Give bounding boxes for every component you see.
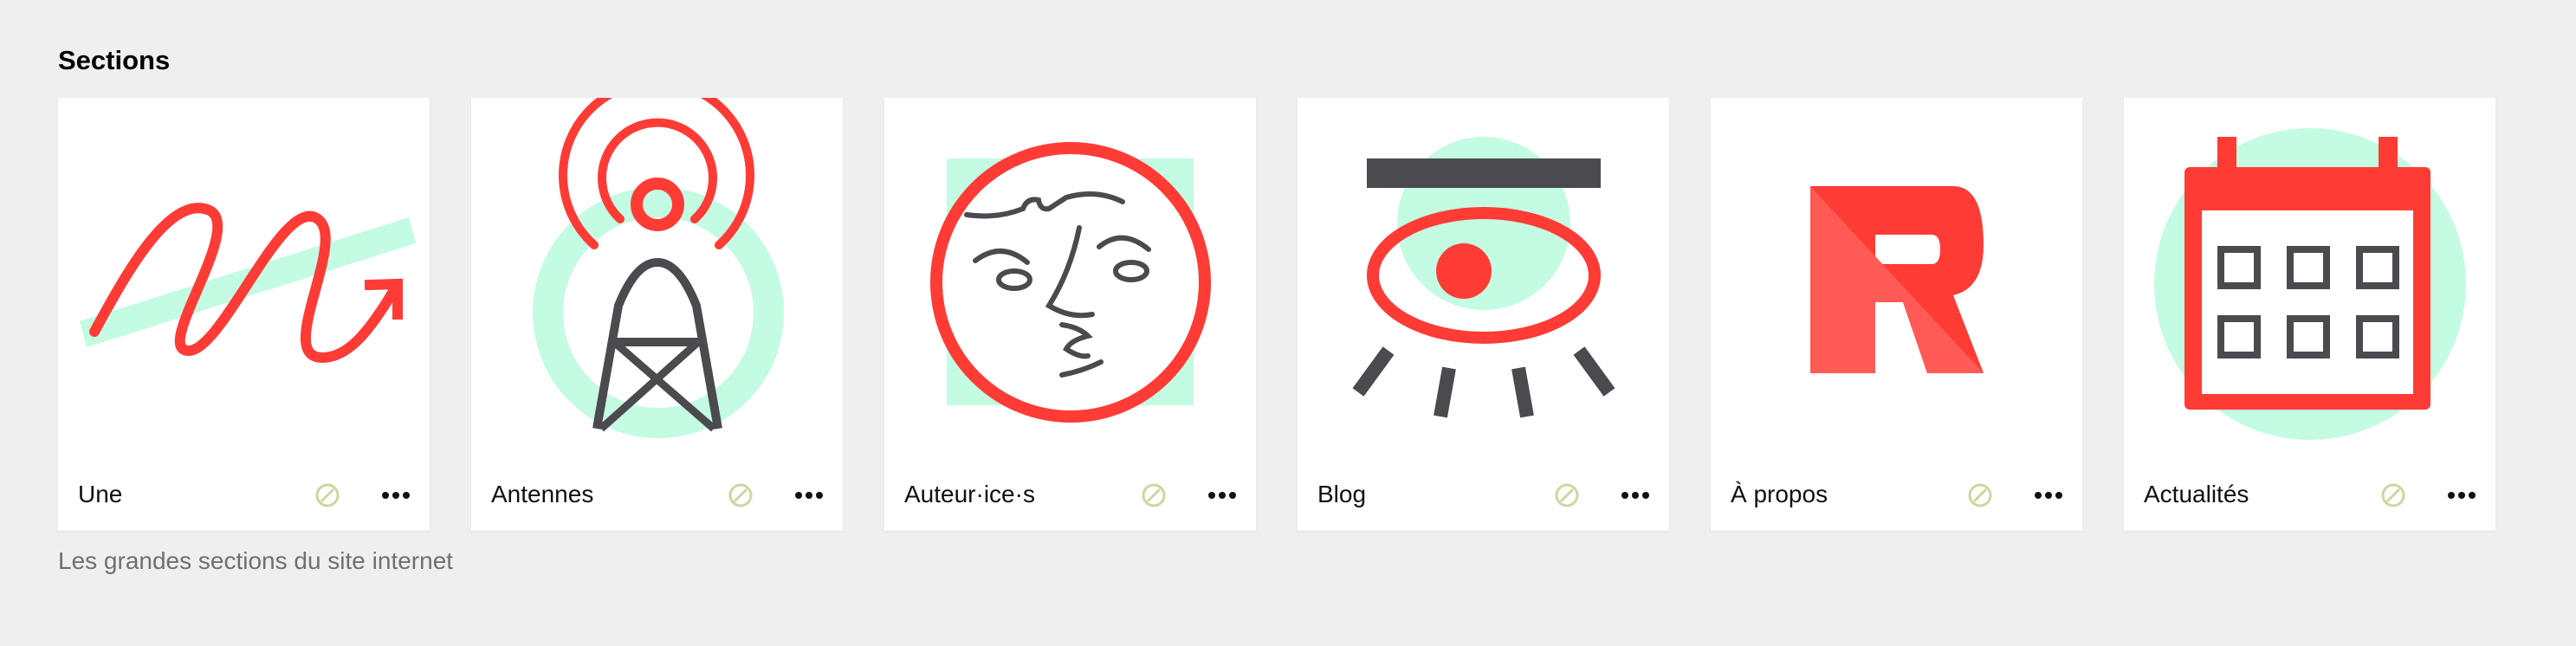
- card-label: Une: [78, 481, 123, 507]
- more-options-icon[interactable]: [792, 481, 826, 510]
- disabled-icon: [2381, 483, 2405, 507]
- card-auteurices[interactable]: Auteur·ice·s: [884, 98, 1256, 531]
- disabled-icon: [1142, 483, 1166, 507]
- card-blog[interactable]: Blog: [1298, 98, 1669, 531]
- card-footer: Actualités: [2124, 462, 2495, 531]
- card-une[interactable]: Une: [58, 98, 430, 531]
- more-options-icon[interactable]: [1618, 481, 1653, 510]
- more-options-icon[interactable]: [1205, 481, 1239, 510]
- card-footer: Antennes: [471, 462, 843, 531]
- card-label: Auteur·ice·s: [904, 481, 1035, 507]
- r-logo-icon: [1711, 98, 2082, 462]
- card-antennes[interactable]: Antennes: [471, 98, 843, 531]
- section-cards: Une Antennes Auteur·ice·s Blog À propos …: [58, 98, 2495, 531]
- card-footer: Blog: [1298, 462, 1669, 531]
- eye-icon: [1298, 98, 1669, 462]
- card-label: À propos: [1731, 481, 1828, 507]
- face-icon: [884, 98, 1256, 462]
- calendar-icon: [2124, 98, 2495, 462]
- scribble-arrow-icon: [58, 98, 430, 462]
- disabled-icon: [315, 483, 340, 507]
- disabled-icon: [1555, 483, 1579, 507]
- card-footer: Une: [58, 462, 430, 531]
- antenna-tower-icon: [471, 98, 843, 462]
- more-options-icon[interactable]: [2444, 481, 2479, 510]
- more-options-icon[interactable]: [379, 481, 413, 510]
- section-title: Sections: [58, 45, 171, 75]
- card-footer: Auteur·ice·s: [884, 462, 1256, 531]
- card-label: Actualités: [2144, 481, 2249, 507]
- disabled-icon: [728, 483, 753, 507]
- card-label: Antennes: [491, 481, 594, 507]
- card-label: Blog: [1317, 481, 1367, 507]
- disabled-icon: [1968, 483, 1992, 507]
- card-actualites[interactable]: Actualités: [2124, 98, 2495, 531]
- help-text: Les grandes sections du site internet: [58, 547, 454, 574]
- card-footer: À propos: [1711, 462, 2082, 531]
- card-a-propos[interactable]: À propos: [1711, 98, 2082, 531]
- more-options-icon[interactable]: [2031, 481, 2066, 510]
